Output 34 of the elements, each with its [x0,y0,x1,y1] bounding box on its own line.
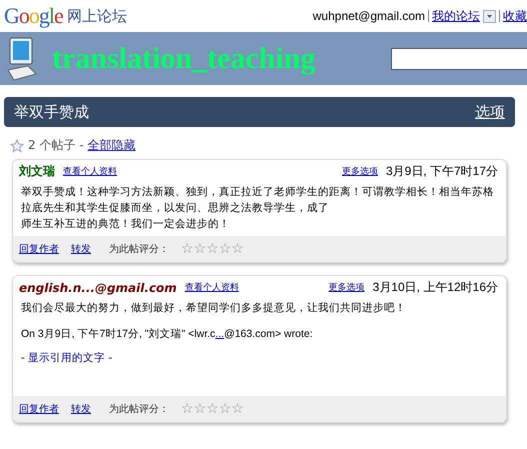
hide-all-link[interactable]: 全部隐藏 [88,137,136,154]
header-link[interactable]: 收藏 [503,8,527,24]
rating-label: 为此帖评分： [109,402,169,416]
reply-link[interactable]: 回复作者 [19,242,59,256]
post-count: 2 个帖子 - [28,137,84,154]
author-name: english.n...@gmail.com [19,280,177,294]
computer-icon [6,36,40,82]
show-quoted-link[interactable]: - 显示引用的文字 - [21,352,112,364]
quote-attribution: On 3月9日, 下午7时17分, "刘文瑞" <lwr.c...@163.com> wrote: [21,327,314,342]
forward-link[interactable]: 转发 [71,402,91,416]
product-name: 网上论坛 [66,6,127,26]
more-options-link[interactable]: 更多选项 [342,165,378,178]
more-options-link[interactable]: 更多选项 [328,281,365,294]
email-link[interactable]: ... [215,328,224,340]
post-text: 我们会尽最大的努力，做到最好，希望同学们多多提意见，让我们共同进步吧！ [21,301,407,316]
dropdown-button[interactable] [483,10,496,22]
google-logo: Google [4,3,63,29]
profile-link[interactable]: 查看个人资料 [63,165,117,178]
author-name: 刘文瑞 [19,163,55,180]
post-date: 3月9日, 下午7时17分 [386,163,498,180]
rating-label: 为此帖评分： [109,242,169,256]
topic-title: 举双手赞成 [14,102,89,122]
post-date: 3月10日, 上午12时16分 [372,279,498,296]
post-text: 举双手赞成！这种学习方法新颖、独到，真正拉近了老师学生的距离！可谓教学相长！相当年苏格拉底先生和其学生促膝而坐，以发问、思辨之法教导学生，成了 [21,185,495,216]
search-field[interactable] [391,48,527,70]
group-name: translation_teaching [52,42,316,76]
profile-link[interactable]: 查看个人资料 [184,281,239,294]
options-link[interactable]: 选项 [475,102,505,122]
forward-link[interactable]: 转发 [71,242,91,256]
account-email: wuhpnet@gmail.com [312,9,425,23]
header-link[interactable]: 我的论坛 [432,8,480,24]
post-text: 师生互补互进的典范！我们一定会进步的！ [21,217,231,232]
reply-link[interactable]: 回复作者 [19,402,59,416]
star-icon[interactable] [10,138,24,152]
